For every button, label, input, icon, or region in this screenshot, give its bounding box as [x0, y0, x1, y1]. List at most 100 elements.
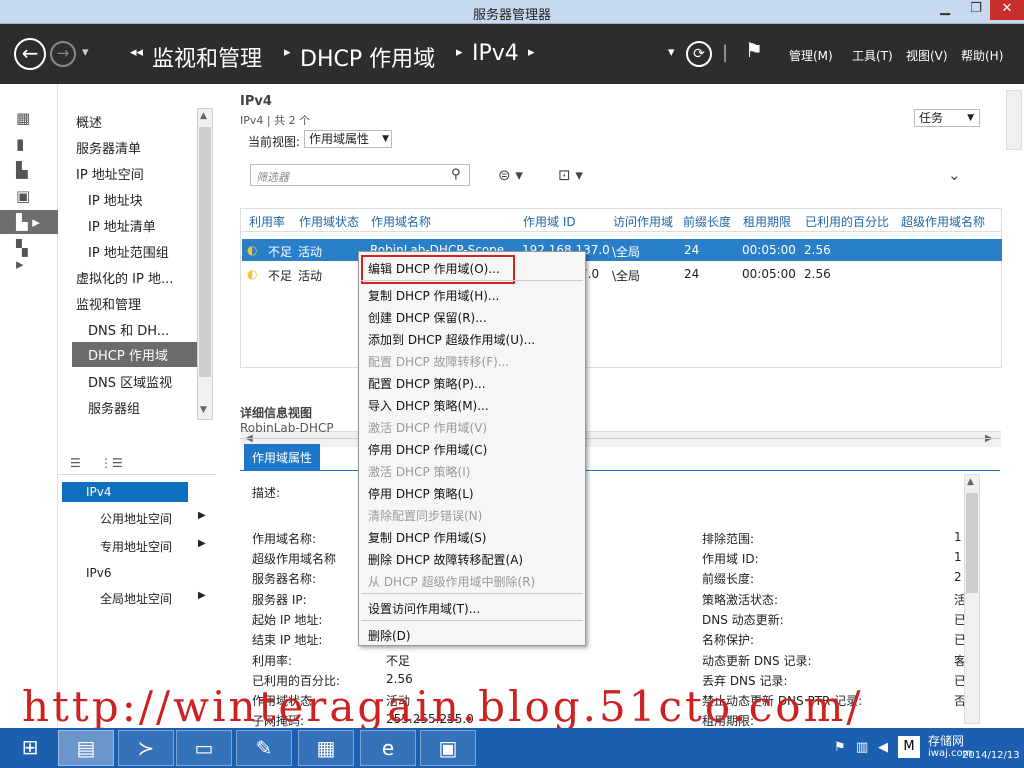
menu-manage[interactable]: 管理(M): [789, 47, 833, 64]
ipam-icon[interactable]: ▙ ▸: [0, 210, 58, 234]
server-manager-icon[interactable]: ▤: [58, 730, 114, 766]
menu-deactivate-scope[interactable]: 停用 DHCP 作用域(C): [368, 441, 487, 458]
menu-help[interactable]: 帮助(H): [961, 47, 1003, 64]
refresh-icon[interactable]: ⟳: [686, 41, 712, 67]
scroll-down-icon[interactable]: ▼: [200, 405, 207, 415]
menu-duplicate-scope[interactable]: 复制 DHCP 作用域(H)...: [368, 287, 499, 304]
tasks-dropdown[interactable]: 任务 ▼: [914, 109, 980, 127]
start-icon[interactable]: ⊞: [2, 730, 58, 766]
table-row[interactable]: ◐ 不足 活动 7.0 \全局 24 00:05:00 2.56: [242, 263, 1002, 285]
remote-desktop-icon[interactable]: ▣: [420, 730, 476, 766]
menu-remove-failover[interactable]: 删除 DHCP 故障转移配置(A): [368, 551, 523, 568]
history-dropdown-icon[interactable]: ▾: [82, 45, 89, 60]
tree-item-ip-range-groups[interactable]: IP 地址范围组: [88, 242, 169, 261]
sub-item-public-space[interactable]: 公用地址空间: [100, 510, 172, 527]
ime-indicator[interactable]: M: [898, 736, 920, 758]
dashboard-icon[interactable]: ▦: [16, 110, 34, 126]
tree-view-icon[interactable]: ⋮☰: [100, 456, 123, 470]
menu-import-policy[interactable]: 导入 DHCP 策略(M)...: [368, 397, 489, 414]
col-lease[interactable]: 租用期限: [743, 213, 791, 230]
powershell-icon[interactable]: ≻: [118, 730, 174, 766]
expand-arrow-icon[interactable]: ▶: [198, 590, 206, 601]
tray-volume-icon[interactable]: ◀: [878, 740, 888, 755]
save-query-icon[interactable]: ⊡ ▾: [558, 166, 583, 184]
clock-date[interactable]: 2014/12/13: [962, 750, 1020, 761]
sub-item-private-space[interactable]: 专用地址空间: [100, 538, 172, 555]
scroll-up-icon[interactable]: ▲: [200, 111, 207, 121]
list-options-icon[interactable]: ⊜ ▾: [498, 166, 523, 184]
dropdown-icon[interactable]: ▾: [668, 45, 675, 60]
menu-deactivate-policy[interactable]: 停用 DHCP 策略(L): [368, 485, 474, 502]
tree-scrollbar[interactable]: ▲ ▼: [197, 108, 213, 420]
tree-item-dhcp-scopes[interactable]: DHCP 作用域: [72, 342, 198, 367]
table-hscrollbar[interactable]: ◀ ▶: [241, 431, 1001, 447]
menu-replicate-scope[interactable]: 复制 DHCP 作用域(S): [368, 529, 487, 546]
col-access-scope[interactable]: 访问作用域: [613, 213, 673, 230]
breadcrumb-dhcp-scope[interactable]: DHCP 作用域: [300, 41, 435, 73]
tab-scope-properties[interactable]: 作用域属性: [244, 444, 320, 470]
maximize-button[interactable]: ❐: [961, 0, 991, 20]
menu-edit-scope[interactable]: 编辑 DHCP 作用域(O)...: [368, 260, 500, 277]
menu-set-access-scope[interactable]: 设置访问作用域(T)...: [368, 600, 480, 617]
menu-configure-policy[interactable]: 配置 DHCP 策略(P)...: [368, 375, 486, 392]
tree-item-server-groups[interactable]: 服务器组: [88, 398, 140, 417]
sub-item-ipv4[interactable]: IPv4: [62, 482, 188, 502]
main-scrollbar[interactable]: [1006, 90, 1022, 150]
col-scope-state[interactable]: 作用域状态: [299, 213, 359, 230]
internet-explorer-icon[interactable]: e: [360, 730, 416, 766]
col-utilization[interactable]: 利用率: [249, 213, 285, 230]
forward-button[interactable]: →: [50, 41, 76, 67]
col-scope-id[interactable]: 作用域 ID: [523, 213, 576, 230]
menu-delete[interactable]: 删除(D): [368, 627, 411, 644]
filter-box[interactable]: 筛选器 ⚲: [250, 164, 470, 186]
tree-item-monitor-manage[interactable]: 监视和管理: [76, 294, 141, 313]
paint-icon[interactable]: ✎: [236, 730, 292, 766]
network-tool-icon[interactable]: ▦: [298, 730, 354, 766]
menu-tools[interactable]: 工具(T): [852, 47, 893, 64]
services-icon[interactable]: ▚ ▸: [16, 240, 34, 272]
scroll-thumb[interactable]: [966, 493, 978, 593]
col-percent-used[interactable]: 已利用的百分比: [805, 213, 889, 230]
tree-item-overview[interactable]: 概述: [76, 112, 102, 131]
sub-item-ipv6[interactable]: IPv6: [86, 566, 112, 580]
details-scrollbar[interactable]: ▲: [964, 474, 980, 724]
list-view-icon[interactable]: ☰: [70, 456, 81, 470]
breadcrumb-monitor[interactable]: 监视和管理: [152, 41, 262, 73]
all-servers-icon[interactable]: ▙: [16, 162, 34, 178]
tree-item-ip-inventory[interactable]: IP 地址清单: [88, 216, 156, 235]
back-button[interactable]: ←: [14, 38, 46, 70]
sub-item-global-space[interactable]: 全局地址空间: [100, 590, 172, 607]
tree-item-ip-address-space[interactable]: IP 地址空间: [76, 164, 144, 183]
flag-icon[interactable]: ⚑: [745, 38, 763, 62]
field-label: 作用域名称:: [252, 532, 317, 546]
menu-create-reservation[interactable]: 创建 DHCP 保留(R)...: [368, 309, 487, 326]
col-superscope[interactable]: 超级作用域名称: [901, 213, 985, 230]
local-server-icon[interactable]: ▮: [16, 136, 34, 152]
tree-item-ip-blocks[interactable]: IP 地址块: [88, 190, 143, 209]
tray-badge: 存储网: [928, 734, 965, 748]
tray-flag-icon[interactable]: ⚑: [834, 740, 846, 755]
tree-item-dns-dhcp[interactable]: DNS 和 DH...: [88, 320, 169, 339]
expand-toggle-icon[interactable]: ⌄: [948, 166, 961, 184]
expand-arrow-icon[interactable]: ▶: [198, 538, 206, 549]
tray-network-icon[interactable]: ▥: [856, 740, 868, 755]
crumb-sep-icon: ▸: [284, 45, 291, 60]
file-services-icon[interactable]: ▣: [16, 188, 34, 204]
scroll-thumb[interactable]: [199, 127, 211, 377]
tree-item-server-inventory[interactable]: 服务器清单: [76, 138, 141, 157]
col-prefix-length[interactable]: 前缀长度: [683, 213, 731, 230]
current-view-dropdown[interactable]: 作用域属性 ▼: [304, 130, 392, 148]
close-button[interactable]: ✕: [990, 0, 1024, 20]
menu-view[interactable]: 视图(V): [906, 47, 948, 64]
expand-arrow-icon[interactable]: ▶: [198, 510, 206, 521]
breadcrumb-ipv4[interactable]: IPv4: [472, 41, 519, 66]
tree-item-dns-zone-monitor[interactable]: DNS 区域监视: [88, 372, 172, 391]
table-row[interactable]: ◐ 不足 活动 RobinLab-DHCP-Scope 192.168.137.…: [242, 239, 1002, 261]
tree-item-virtualized-ip[interactable]: 虚拟化的 IP 地...: [76, 268, 173, 287]
menu-add-superscope[interactable]: 添加到 DHCP 超级作用域(U)...: [368, 331, 535, 348]
minimize-button[interactable]: ▁: [930, 0, 960, 20]
scroll-up-icon[interactable]: ▲: [967, 477, 974, 487]
col-scope-name[interactable]: 作用域名称: [371, 213, 431, 230]
file-explorer-icon[interactable]: ▭: [176, 730, 232, 766]
search-icon[interactable]: ⚲: [451, 167, 461, 182]
